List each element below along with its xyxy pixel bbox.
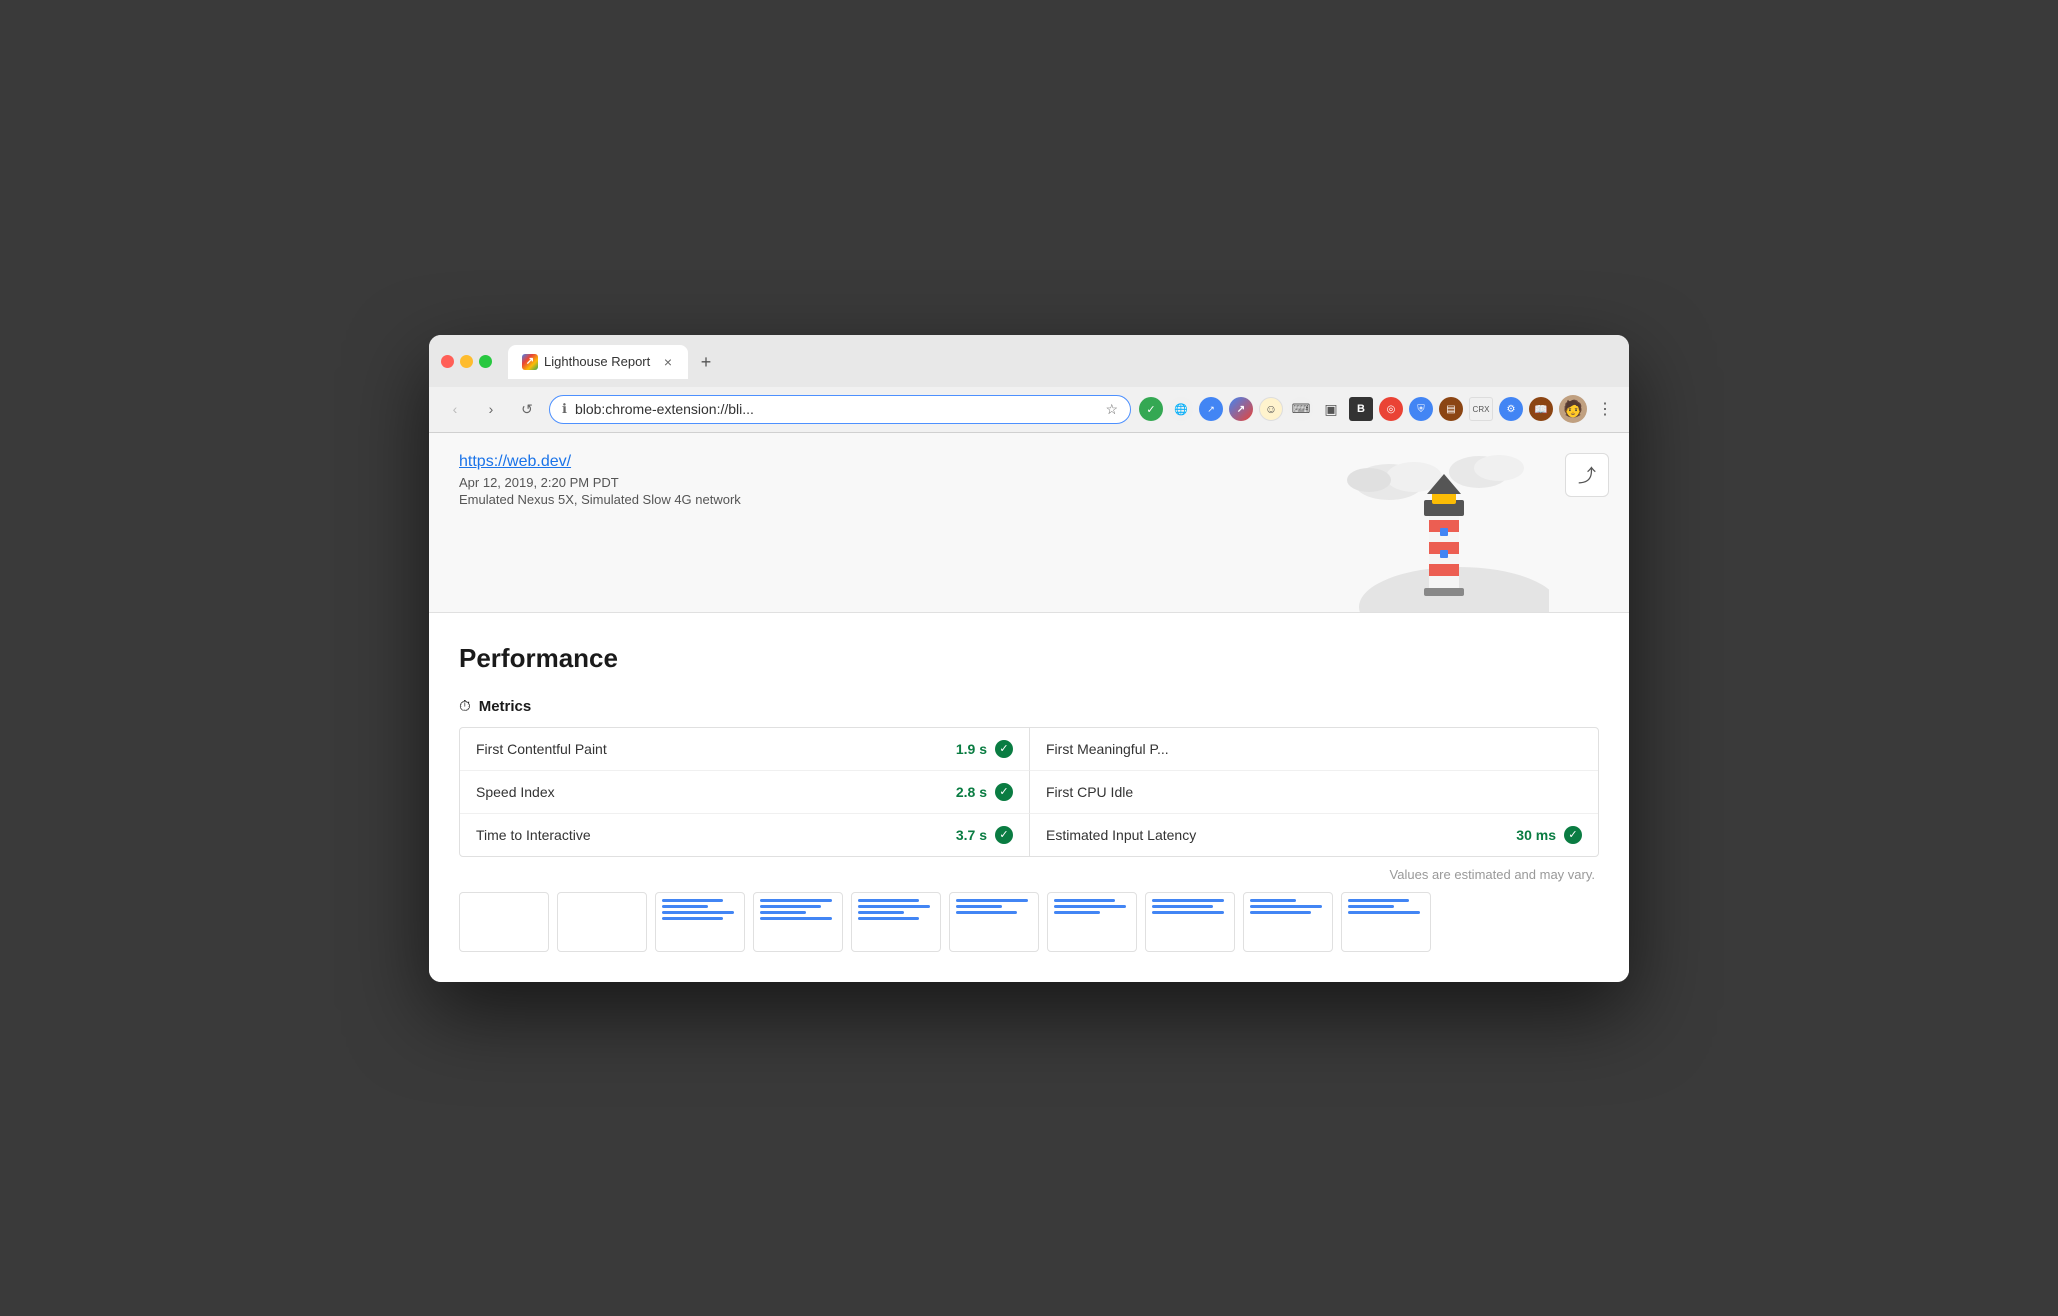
filmstrip-frame-1: [459, 892, 549, 952]
metric-check-si: ✓: [995, 783, 1013, 801]
bookmark-icon[interactable]: ☆: [1105, 401, 1118, 418]
extension-brown[interactable]: ▤: [1439, 397, 1463, 421]
filmstrip-frame-8: [1145, 892, 1235, 952]
stopwatch-icon: ⏱: [459, 698, 471, 715]
metric-row-fcp: First Contentful Paint 1.9 s ✓: [460, 728, 1029, 771]
filmstrip: [459, 882, 1599, 962]
metric-row-eil: Estimated Input Latency 30 ms ✓: [1029, 814, 1598, 856]
filmstrip-frame-7: [1047, 892, 1137, 952]
metric-row-fci: First CPU Idle: [1029, 771, 1598, 814]
metric-name-eil: Estimated Input Latency: [1046, 827, 1516, 843]
tabs-row: ↗ Lighthouse Report × +: [508, 345, 1617, 379]
extension-red-target[interactable]: ◎: [1379, 397, 1403, 421]
metrics-label: Metrics: [479, 698, 532, 715]
share-button[interactable]: ⤴: [1565, 453, 1609, 497]
page-content: https://web.dev/ Apr 12, 2019, 2:20 PM P…: [429, 433, 1629, 982]
active-tab[interactable]: ↗ Lighthouse Report ×: [508, 345, 688, 379]
extension-blue[interactable]: ↗: [1199, 397, 1223, 421]
filmstrip-frame-5: [851, 892, 941, 952]
close-window-button[interactable]: [441, 355, 454, 368]
metric-check-eil: ✓: [1564, 826, 1582, 844]
filmstrip-frame-2: [557, 892, 647, 952]
browser-toolbar: ‹ › ↺ ℹ blob:chrome-extension://bli... ☆…: [429, 387, 1629, 433]
filmstrip-frame-9: [1243, 892, 1333, 952]
new-tab-button[interactable]: +: [692, 349, 720, 377]
metric-value-si: 2.8 s: [956, 784, 987, 800]
filmstrip-frame-3: [655, 892, 745, 952]
metric-row-fmp: First Meaningful P... Estimated Input La…: [1029, 728, 1598, 771]
filmstrip-frame-4: [753, 892, 843, 952]
minimize-window-button[interactable]: [460, 355, 473, 368]
metric-name-si: Speed Index: [476, 784, 956, 800]
back-button[interactable]: ‹: [441, 395, 469, 423]
info-icon: ℹ: [562, 401, 567, 417]
toolbar-extensions: ✓ 🌐 ↗ ↗ ☺ ⌨ ▣ B ◎ ⛨ ▤ CRX ⚙ 📖 🧑 ⋮: [1139, 395, 1617, 423]
section-title: Performance: [459, 643, 1599, 674]
menu-button[interactable]: ⋮: [1593, 395, 1617, 423]
metric-value-eil: 30 ms: [1516, 827, 1556, 843]
extension-bold-b[interactable]: B: [1349, 397, 1373, 421]
browser-window: ↗ Lighthouse Report × + ‹ › ↺ ℹ blob:chr…: [429, 335, 1629, 982]
lighthouse-illustration: [1299, 433, 1549, 612]
extension-book[interactable]: 📖: [1529, 397, 1553, 421]
filmstrip-frame-6: [949, 892, 1039, 952]
extension-gear[interactable]: ⚙: [1499, 397, 1523, 421]
extension-keyboard[interactable]: ⌨: [1289, 397, 1313, 421]
extension-lighthouse[interactable]: ↗: [1229, 397, 1253, 421]
extension-crx[interactable]: CRX: [1469, 397, 1493, 421]
filmstrip-frame-10: [1341, 892, 1431, 952]
metrics-grid: First Contentful Paint 1.9 s ✓ First Mea…: [459, 727, 1599, 857]
values-note: Values are estimated and may vary.: [459, 867, 1599, 882]
metric-value-fcp: 1.9 s: [956, 741, 987, 757]
metrics-header: ⏱ Metrics: [459, 698, 1599, 715]
extension-smile[interactable]: ☺: [1259, 397, 1283, 421]
metric-name-tti: Time to Interactive: [476, 827, 956, 843]
tab-title: Lighthouse Report: [544, 354, 656, 369]
extension-globe[interactable]: 🌐: [1169, 397, 1193, 421]
extension-shield[interactable]: ⛨: [1409, 397, 1433, 421]
metric-check-tti: ✓: [995, 826, 1013, 844]
reload-button[interactable]: ↺: [513, 395, 541, 423]
extension-monitor[interactable]: ▣: [1319, 397, 1343, 421]
share-icon: ⤴: [1578, 462, 1596, 488]
title-bar: ↗ Lighthouse Report × +: [429, 335, 1629, 387]
tab-close-button[interactable]: ×: [662, 352, 674, 372]
metric-name-fci: First CPU Idle: [1046, 784, 1582, 800]
metric-name-fmp: First Meaningful P...: [1046, 741, 1582, 757]
user-avatar[interactable]: 🧑: [1559, 395, 1587, 423]
metric-row-tti: Time to Interactive 3.7 s ✓: [460, 814, 1029, 856]
report-header: https://web.dev/ Apr 12, 2019, 2:20 PM P…: [429, 433, 1629, 613]
metric-name-fcp: First Contentful Paint: [476, 741, 956, 757]
extension-green-check[interactable]: ✓: [1139, 397, 1163, 421]
performance-section: Performance ⏱ Metrics First Contentful P…: [429, 613, 1629, 982]
metric-check-fcp: ✓: [995, 740, 1013, 758]
metric-row-si: Speed Index 2.8 s ✓: [460, 771, 1029, 814]
address-text: blob:chrome-extension://bli...: [575, 401, 1097, 417]
traffic-lights: [441, 355, 492, 368]
address-bar[interactable]: ℹ blob:chrome-extension://bli... ☆: [549, 395, 1131, 424]
maximize-window-button[interactable]: [479, 355, 492, 368]
forward-button[interactable]: ›: [477, 395, 505, 423]
tab-favicon: ↗: [522, 354, 538, 370]
metric-value-tti: 3.7 s: [956, 827, 987, 843]
